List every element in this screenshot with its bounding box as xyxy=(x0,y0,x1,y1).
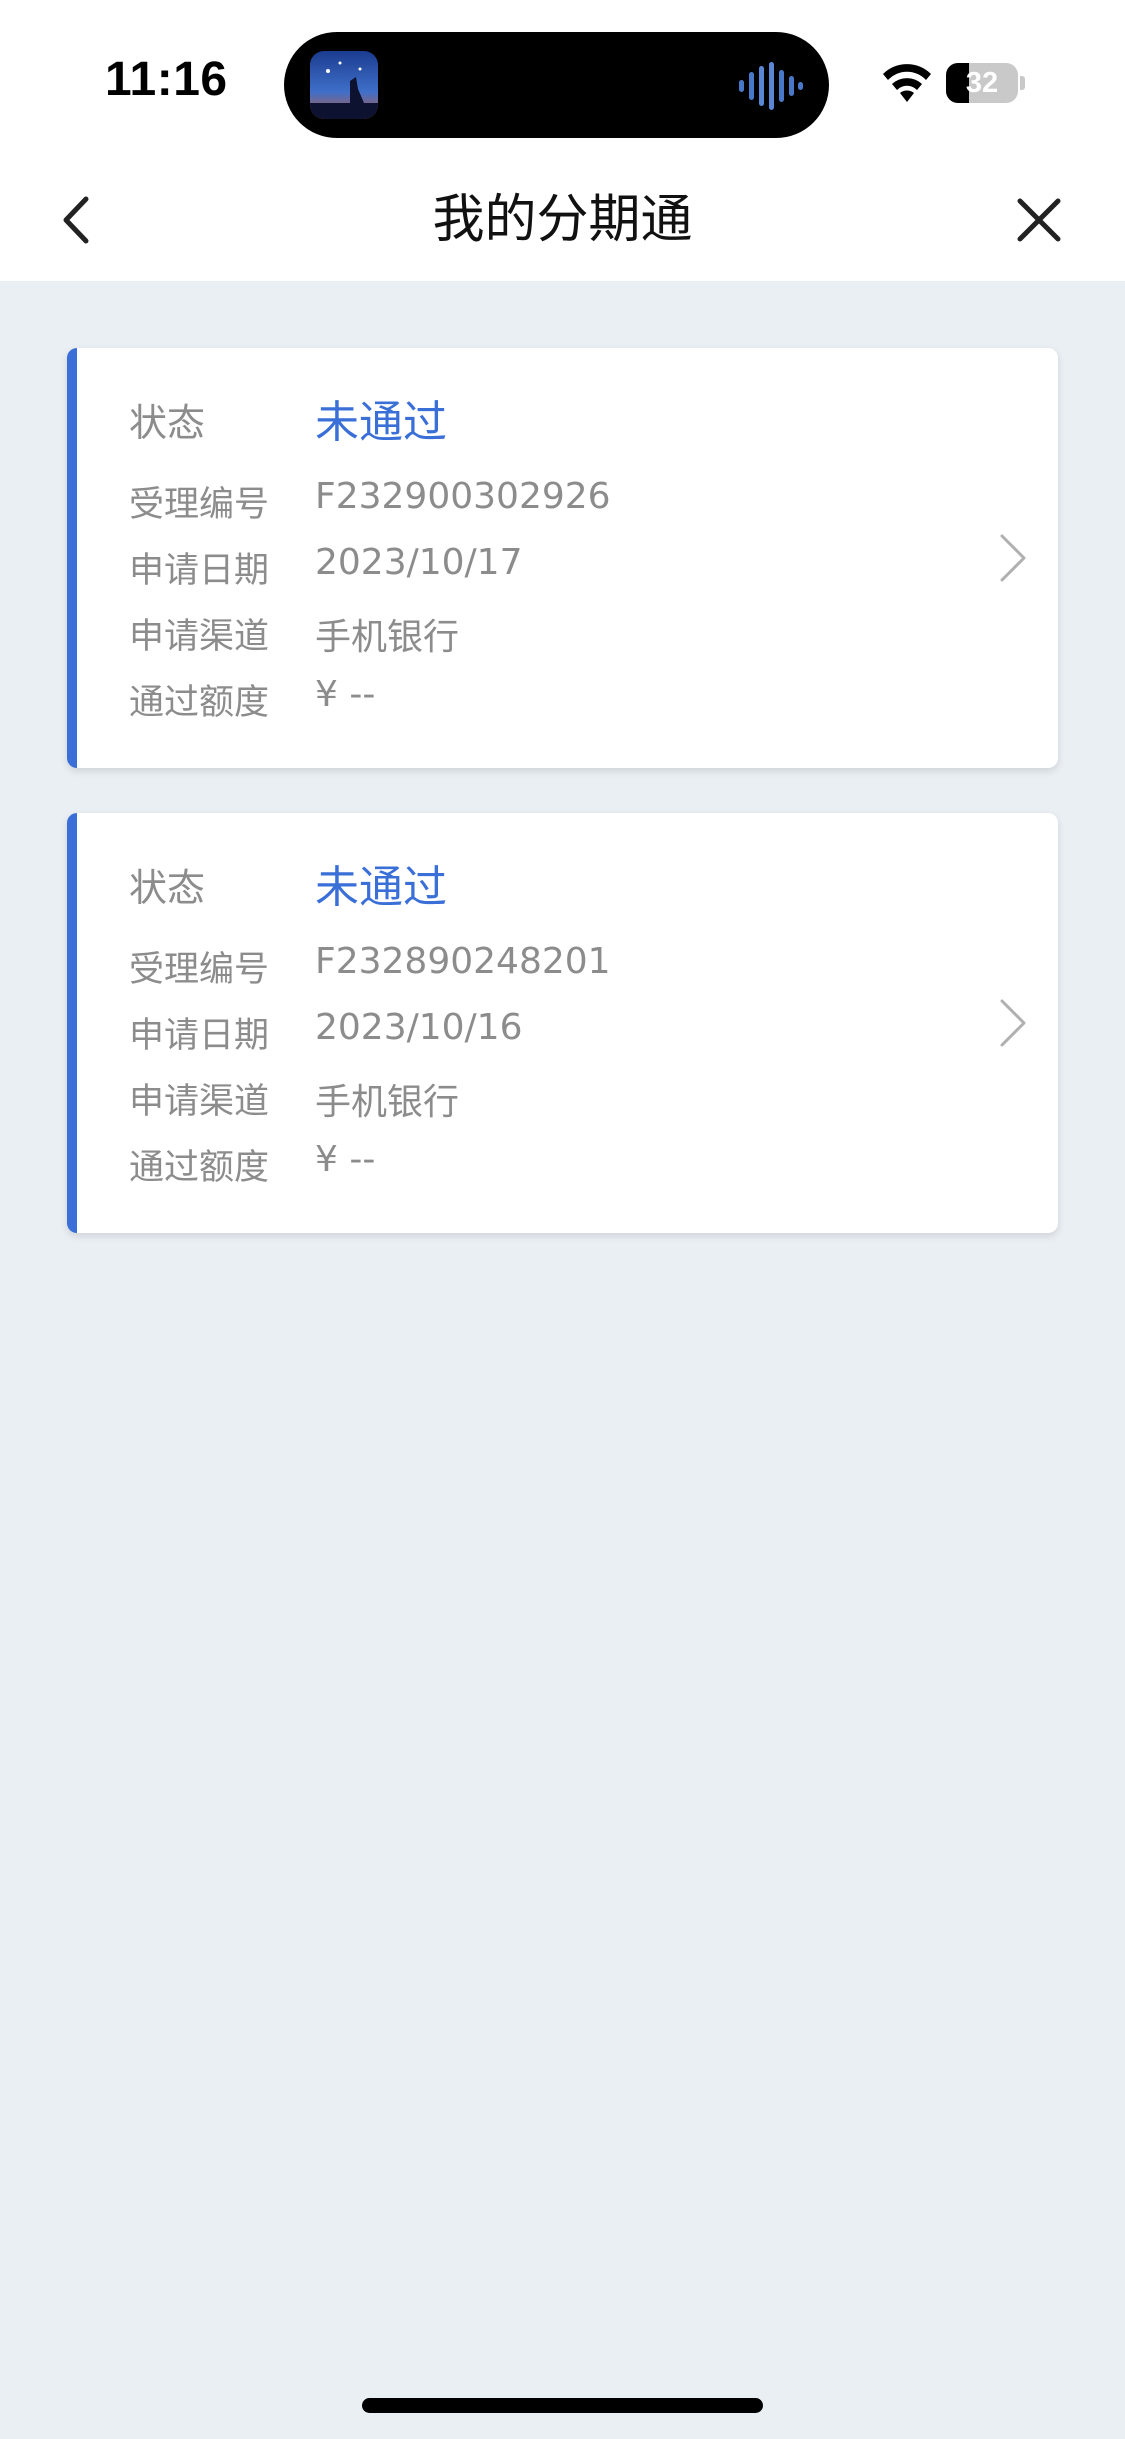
status-value: 未通过 xyxy=(315,862,447,913)
apply-date: 2023/10/17 xyxy=(315,542,523,583)
status-bar: 11:16 32 xyxy=(0,0,1125,160)
close-button[interactable] xyxy=(1004,185,1074,255)
wifi-icon xyxy=(880,62,934,104)
dynamic-island[interactable] xyxy=(284,32,829,138)
field-label: 申请日期 xyxy=(129,1016,270,1056)
approved-amount: ¥ -- xyxy=(315,674,376,715)
approved-amount-row: 通过额度 ¥ -- xyxy=(77,674,977,724)
audio-waveform-icon xyxy=(737,62,803,110)
field-label: 通过额度 xyxy=(129,683,270,723)
apply-channel: 手机银行 xyxy=(315,1082,460,1123)
home-indicator[interactable] xyxy=(362,2398,763,2413)
status-time: 11:16 xyxy=(105,53,228,106)
chevron-right-icon xyxy=(1000,999,1026,1047)
application-card[interactable]: 状态 未通过 受理编号 F232890248201 申请日期 2023/10/1… xyxy=(67,813,1058,1233)
field-label: 申请渠道 xyxy=(129,1082,270,1122)
back-button[interactable] xyxy=(40,185,110,255)
status-value: 未通过 xyxy=(315,397,447,448)
apply-date-row: 申请日期 2023/10/17 xyxy=(77,542,977,592)
apply-date: 2023/10/16 xyxy=(315,1007,523,1048)
status-label: 状态 xyxy=(129,866,206,910)
field-label: 受理编号 xyxy=(129,950,270,990)
page-title: 我的分期通 xyxy=(432,190,693,250)
field-label: 受理编号 xyxy=(129,485,270,525)
application-number-row: 受理编号 F232900302926 xyxy=(77,476,977,526)
now-playing-artwork[interactable] xyxy=(310,51,378,119)
approved-amount-row: 通过额度 ¥ -- xyxy=(77,1139,977,1189)
status-label: 状态 xyxy=(129,401,206,445)
navigation-bar: 我的分期通 xyxy=(0,160,1125,281)
application-number: F232890248201 xyxy=(315,941,611,982)
apply-date-row: 申请日期 2023/10/16 xyxy=(77,1007,977,1057)
close-icon xyxy=(1017,198,1061,242)
battery-level: 32 xyxy=(965,67,999,99)
application-number: F232900302926 xyxy=(315,476,611,517)
application-card[interactable]: 状态 未通过 受理编号 F232900302926 申请日期 2023/10/1… xyxy=(67,348,1058,768)
status-row: 状态 未通过 xyxy=(77,390,977,450)
field-label: 通过额度 xyxy=(129,1148,270,1188)
chevron-left-icon xyxy=(63,196,89,244)
approved-amount: ¥ -- xyxy=(315,1139,376,1180)
apply-channel-row: 申请渠道 手机银行 xyxy=(77,1073,977,1123)
apply-channel: 手机银行 xyxy=(315,617,460,658)
battery-icon: 32 xyxy=(946,63,1026,103)
status-row: 状态 未通过 xyxy=(77,855,977,915)
apply-channel-row: 申请渠道 手机银行 xyxy=(77,608,977,658)
chevron-right-icon xyxy=(1000,534,1026,582)
field-label: 申请日期 xyxy=(129,551,270,591)
application-number-row: 受理编号 F232890248201 xyxy=(77,941,977,991)
field-label: 申请渠道 xyxy=(129,617,270,657)
